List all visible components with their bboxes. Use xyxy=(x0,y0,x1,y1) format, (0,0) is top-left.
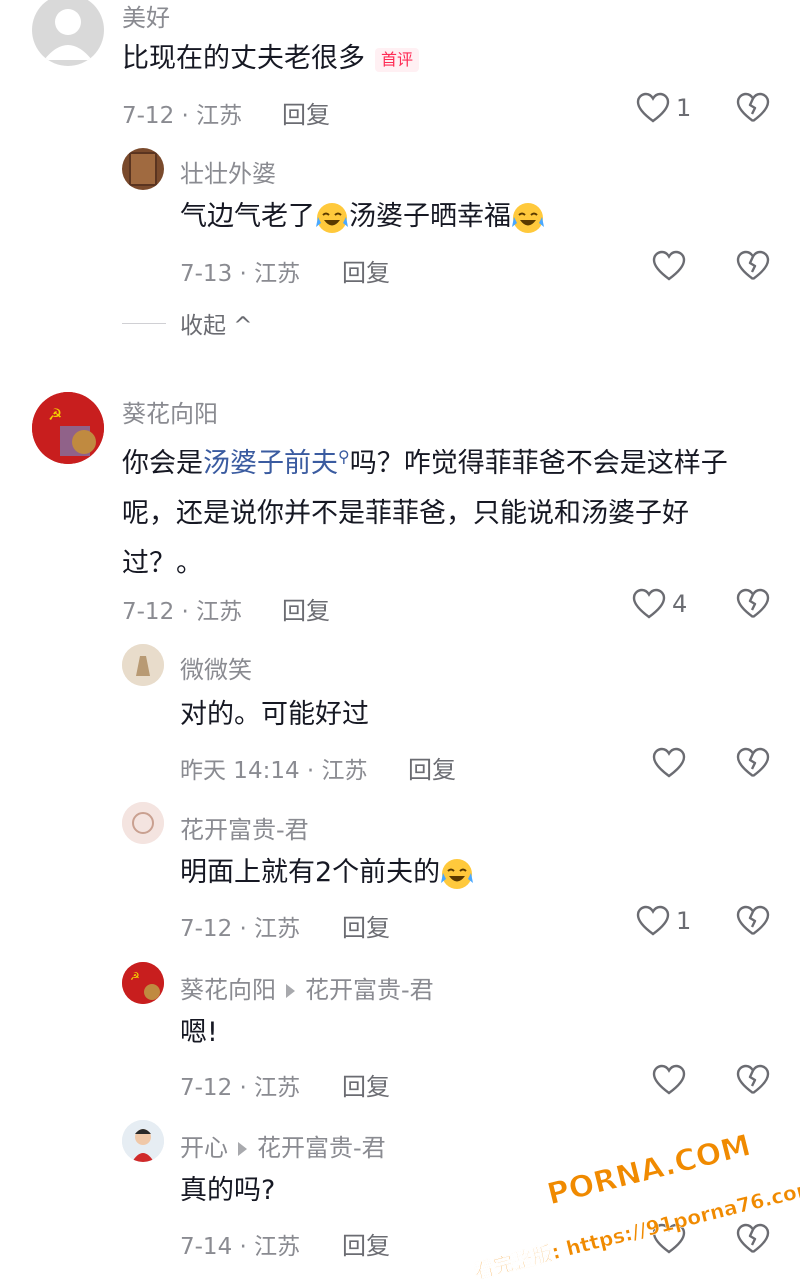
broken-heart-icon xyxy=(736,1064,770,1094)
comment-username[interactable]: 美好 xyxy=(122,0,170,33)
like-button[interactable] xyxy=(652,250,686,282)
collapse-label: 收起 ^ xyxy=(180,313,253,339)
comment-text: 明面上就有2个前夫的 xyxy=(180,848,474,898)
comment-text: 比现在的丈夫老很多 首评 xyxy=(122,34,420,84)
reply-button[interactable]: 回复 xyxy=(342,908,390,943)
comment-text: 嗯! xyxy=(180,1017,218,1048)
broken-heart-icon xyxy=(736,92,770,122)
divider xyxy=(122,322,166,324)
comment-text-part: 你会是 xyxy=(122,448,203,479)
avatar[interactable]: ☭ xyxy=(32,392,104,464)
comment-date-location: 昨天 14:14 · 江苏 xyxy=(180,758,368,784)
svg-text:☭: ☭ xyxy=(48,405,62,424)
reply-button[interactable]: 回复 xyxy=(342,1226,390,1261)
reply-target[interactable]: 花开富贵-君 xyxy=(257,1134,386,1162)
dislike-button[interactable] xyxy=(736,588,770,624)
search-link[interactable]: 汤婆子前夫 xyxy=(203,448,338,479)
comment-text: 气边气老了 汤婆子晒幸福 xyxy=(180,192,545,242)
comment-username[interactable]: 微微笑 xyxy=(180,650,252,685)
dislike-button[interactable] xyxy=(736,747,770,783)
dislike-button[interactable] xyxy=(736,1064,770,1100)
reply-arrow-icon xyxy=(286,984,295,998)
like-button[interactable]: 4 xyxy=(632,588,687,620)
comment-text-content: 明面上就有2个前夫的 xyxy=(180,857,441,888)
dislike-button[interactable] xyxy=(736,92,770,128)
comment-text-part: 气边气老了 xyxy=(180,201,315,232)
like-count: 4 xyxy=(672,590,688,618)
comment-date-location: 7-13 · 江苏 xyxy=(180,261,301,287)
heart-icon xyxy=(636,905,670,936)
avatar[interactable]: ☭ xyxy=(122,962,164,1004)
avatar[interactable] xyxy=(122,1120,164,1162)
comment-date-location: 7-12 · 江苏 xyxy=(122,599,243,625)
avatar[interactable] xyxy=(122,802,164,844)
reply-button[interactable]: 回复 xyxy=(282,591,330,626)
comment-username: 葵花向阳 花开富贵-君 xyxy=(180,970,434,1005)
avatar[interactable] xyxy=(122,644,164,686)
heart-icon xyxy=(636,92,670,123)
reply-button[interactable]: 回复 xyxy=(282,95,330,130)
first-comment-badge: 首评 xyxy=(375,47,420,72)
comment-date-location: 7-12 · 江苏 xyxy=(180,1075,301,1101)
heart-icon xyxy=(632,588,666,619)
broken-heart-icon xyxy=(736,747,770,777)
reply-button[interactable]: 回复 xyxy=(342,1067,390,1102)
like-count: 1 xyxy=(676,94,692,122)
reply-target[interactable]: 花开富贵-君 xyxy=(305,976,434,1004)
comment-text-content: 比现在的丈夫老很多 xyxy=(122,43,365,74)
reply-button[interactable]: 回复 xyxy=(408,750,456,785)
dislike-button[interactable] xyxy=(736,905,770,941)
broken-heart-icon xyxy=(736,250,770,280)
comment-date-location: 7-12 · 江苏 xyxy=(180,916,301,942)
comment-date-location: 7-14 · 江苏 xyxy=(180,1234,301,1260)
broken-heart-icon xyxy=(736,905,770,935)
comment-text: 你会是汤婆子前夫⚲吗？咋觉得菲菲爸不会是这样子呢，还是说你并不是菲菲爸，只能说和… xyxy=(122,432,762,589)
comment-username[interactable]: 花开富贵-君 xyxy=(180,810,309,845)
cry-laugh-emoji xyxy=(441,858,474,889)
like-button[interactable] xyxy=(652,1064,686,1096)
reply-author[interactable]: 开心 xyxy=(180,1134,228,1162)
broken-heart-icon xyxy=(736,588,770,618)
heart-icon xyxy=(652,747,686,778)
like-button[interactable]: 1 xyxy=(636,905,691,937)
like-button[interactable] xyxy=(652,747,686,779)
like-count: 1 xyxy=(676,907,692,935)
like-button[interactable]: 1 xyxy=(636,92,691,124)
broken-heart-icon xyxy=(736,1223,770,1253)
avatar[interactable] xyxy=(122,148,164,190)
collapse-replies-button[interactable]: 收起 ^ xyxy=(122,306,253,340)
avatar[interactable] xyxy=(32,0,104,66)
cry-laugh-emoji xyxy=(512,202,544,233)
comment-username: 开心 花开富贵-君 xyxy=(180,1128,386,1163)
svg-text:☭: ☭ xyxy=(130,970,140,983)
heart-icon xyxy=(652,1064,686,1095)
comment-text-part: 汤婆子晒幸福 xyxy=(349,201,511,232)
dislike-button[interactable] xyxy=(736,250,770,286)
reply-arrow-icon xyxy=(238,1142,247,1156)
dislike-button[interactable] xyxy=(736,1223,770,1259)
comment-text: 真的吗? xyxy=(180,1175,276,1206)
comment-date-location: 7-12 · 江苏 xyxy=(122,103,243,129)
comment-username[interactable]: 葵花向阳 xyxy=(122,394,218,429)
reply-button[interactable]: 回复 xyxy=(342,253,390,288)
heart-icon xyxy=(652,250,686,281)
cry-laugh-emoji xyxy=(316,202,348,233)
reply-author[interactable]: 葵花向阳 xyxy=(180,976,276,1004)
search-icon[interactable]: ⚲ xyxy=(338,447,350,466)
comment-text: 对的。可能好过 xyxy=(180,699,369,730)
comment-username[interactable]: 壮壮外婆 xyxy=(180,154,276,189)
